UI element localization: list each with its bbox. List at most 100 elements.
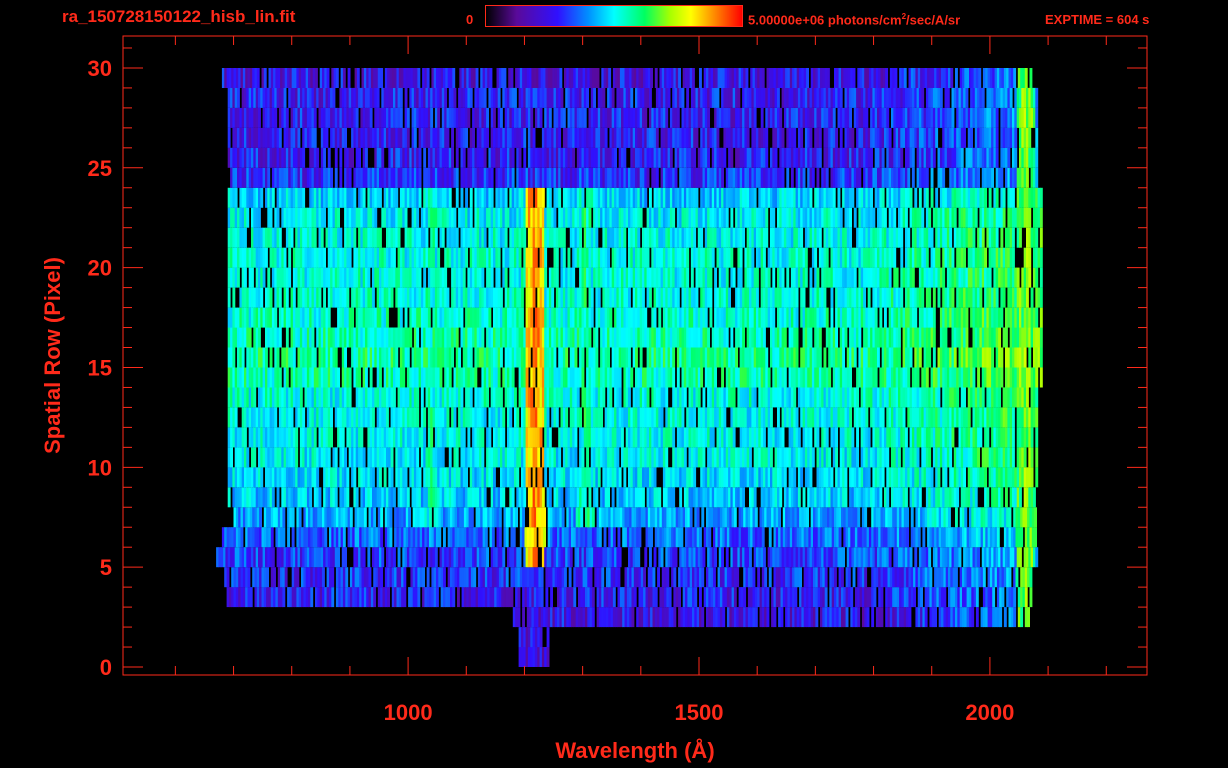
heatmap-cell — [694, 587, 698, 608]
spectrum-plot: 1000 1500 2000051015202530 Wavelength (Å) … — [40, 35, 1148, 763]
heatmap-cell — [564, 567, 567, 588]
heatmap-cell — [616, 447, 620, 468]
heatmap-cell — [906, 507, 909, 528]
heatmap-cell — [773, 607, 777, 628]
heatmap-cell — [358, 367, 361, 388]
heatmap-cell — [612, 527, 616, 548]
heatmap-cell — [323, 287, 326, 308]
heatmap-cell — [701, 567, 705, 588]
heatmap-cell — [591, 507, 595, 528]
heatmap-cell — [292, 347, 296, 368]
heatmap-cell — [295, 427, 299, 448]
heatmap-cell — [699, 527, 702, 548]
heatmap-cell — [633, 587, 637, 608]
heatmap-cell — [316, 467, 320, 488]
heatmap-cell — [453, 407, 457, 428]
heatmap-cell — [365, 367, 368, 388]
heatmap-cell — [416, 407, 420, 428]
heatmap-cell — [576, 387, 580, 408]
heatmap-cell — [386, 407, 389, 428]
heatmap-cell — [851, 427, 855, 448]
heatmap-cell — [389, 527, 393, 548]
heatmap-cell — [551, 287, 555, 308]
heatmap-cell — [548, 487, 552, 508]
heatmap-cell — [680, 527, 684, 548]
heatmap-cell — [579, 407, 582, 428]
heatmap-cell — [595, 327, 599, 348]
heatmap-cell — [598, 527, 602, 548]
heatmap-cell — [653, 547, 657, 568]
heatmap-cell — [635, 347, 638, 368]
heatmap-cell — [799, 567, 802, 588]
heatmap-cell — [996, 527, 1000, 548]
heatmap-cell — [409, 327, 413, 348]
heatmap-cell — [227, 287, 231, 308]
heatmap-cell — [330, 427, 333, 448]
heatmap-cell — [1023, 347, 1027, 368]
heatmap-cell — [763, 547, 766, 568]
heatmap-cell — [838, 527, 842, 548]
heatmap-cell — [644, 307, 648, 328]
heatmap-cell — [849, 407, 852, 428]
heatmap-cell — [1001, 587, 1005, 608]
heatmap-cell — [533, 527, 537, 548]
heatmap-cell — [362, 547, 366, 568]
heatmap-cell — [658, 307, 662, 328]
heatmap-cell — [630, 367, 634, 388]
heatmap-cell — [725, 327, 729, 348]
heatmap-cell — [591, 607, 595, 628]
heatmap-cell — [974, 487, 978, 508]
heatmap-cell — [488, 307, 492, 328]
heatmap-cell — [500, 347, 503, 368]
heatmap-cell — [795, 307, 799, 328]
heatmap-cell — [925, 367, 929, 388]
heatmap-cell — [448, 447, 452, 468]
heatmap-cell — [310, 587, 314, 608]
heatmap-cell — [369, 367, 373, 388]
heatmap-cell — [1027, 607, 1030, 628]
heatmap-cell — [1035, 467, 1039, 488]
heatmap-cell — [516, 467, 520, 488]
heatmap-cell — [404, 467, 408, 488]
heatmap-cell — [628, 347, 631, 368]
heatmap-cell — [291, 507, 295, 528]
heatmap-cell — [253, 387, 257, 408]
heatmap-cell — [733, 507, 737, 528]
heatmap-cell — [797, 427, 801, 448]
heatmap-cell — [721, 547, 724, 568]
heatmap-cell — [512, 527, 516, 548]
heatmap-cell — [902, 407, 906, 428]
heatmap-cell — [274, 407, 278, 428]
heatmap-cell — [742, 487, 745, 508]
heatmap-cell — [795, 347, 799, 368]
heatmap-cell — [1005, 327, 1008, 348]
heatmap-cell — [842, 347, 845, 368]
heatmap-cell — [502, 427, 506, 448]
heatmap-cell — [498, 527, 502, 548]
heatmap-cell — [631, 607, 635, 628]
heatmap-cell — [909, 547, 913, 568]
heatmap-cell — [672, 427, 676, 448]
heatmap-cell — [1000, 487, 1004, 508]
heatmap-cell — [302, 407, 306, 428]
heatmap-cell — [742, 327, 745, 348]
heatmap-cell — [285, 367, 289, 388]
heatmap-cell — [825, 427, 829, 448]
heatmap-cell — [1019, 487, 1022, 508]
heatmap-cell — [888, 547, 892, 568]
heatmap-cell — [240, 527, 244, 548]
heatmap-cell — [474, 367, 478, 388]
heatmap-cell — [793, 467, 797, 488]
heatmap-cell — [1008, 507, 1012, 528]
heatmap-cell — [500, 287, 503, 308]
heatmap-cell — [581, 367, 585, 388]
heatmap-cell — [982, 567, 986, 588]
heatmap-cell — [515, 507, 518, 528]
heatmap-cell — [841, 567, 844, 588]
heatmap-cell — [1033, 487, 1036, 508]
heatmap-cell — [646, 387, 650, 408]
heatmap-cell — [248, 327, 252, 348]
heatmap-cell — [918, 487, 922, 508]
heatmap-cell — [525, 367, 529, 388]
heatmap-cell — [834, 567, 837, 588]
